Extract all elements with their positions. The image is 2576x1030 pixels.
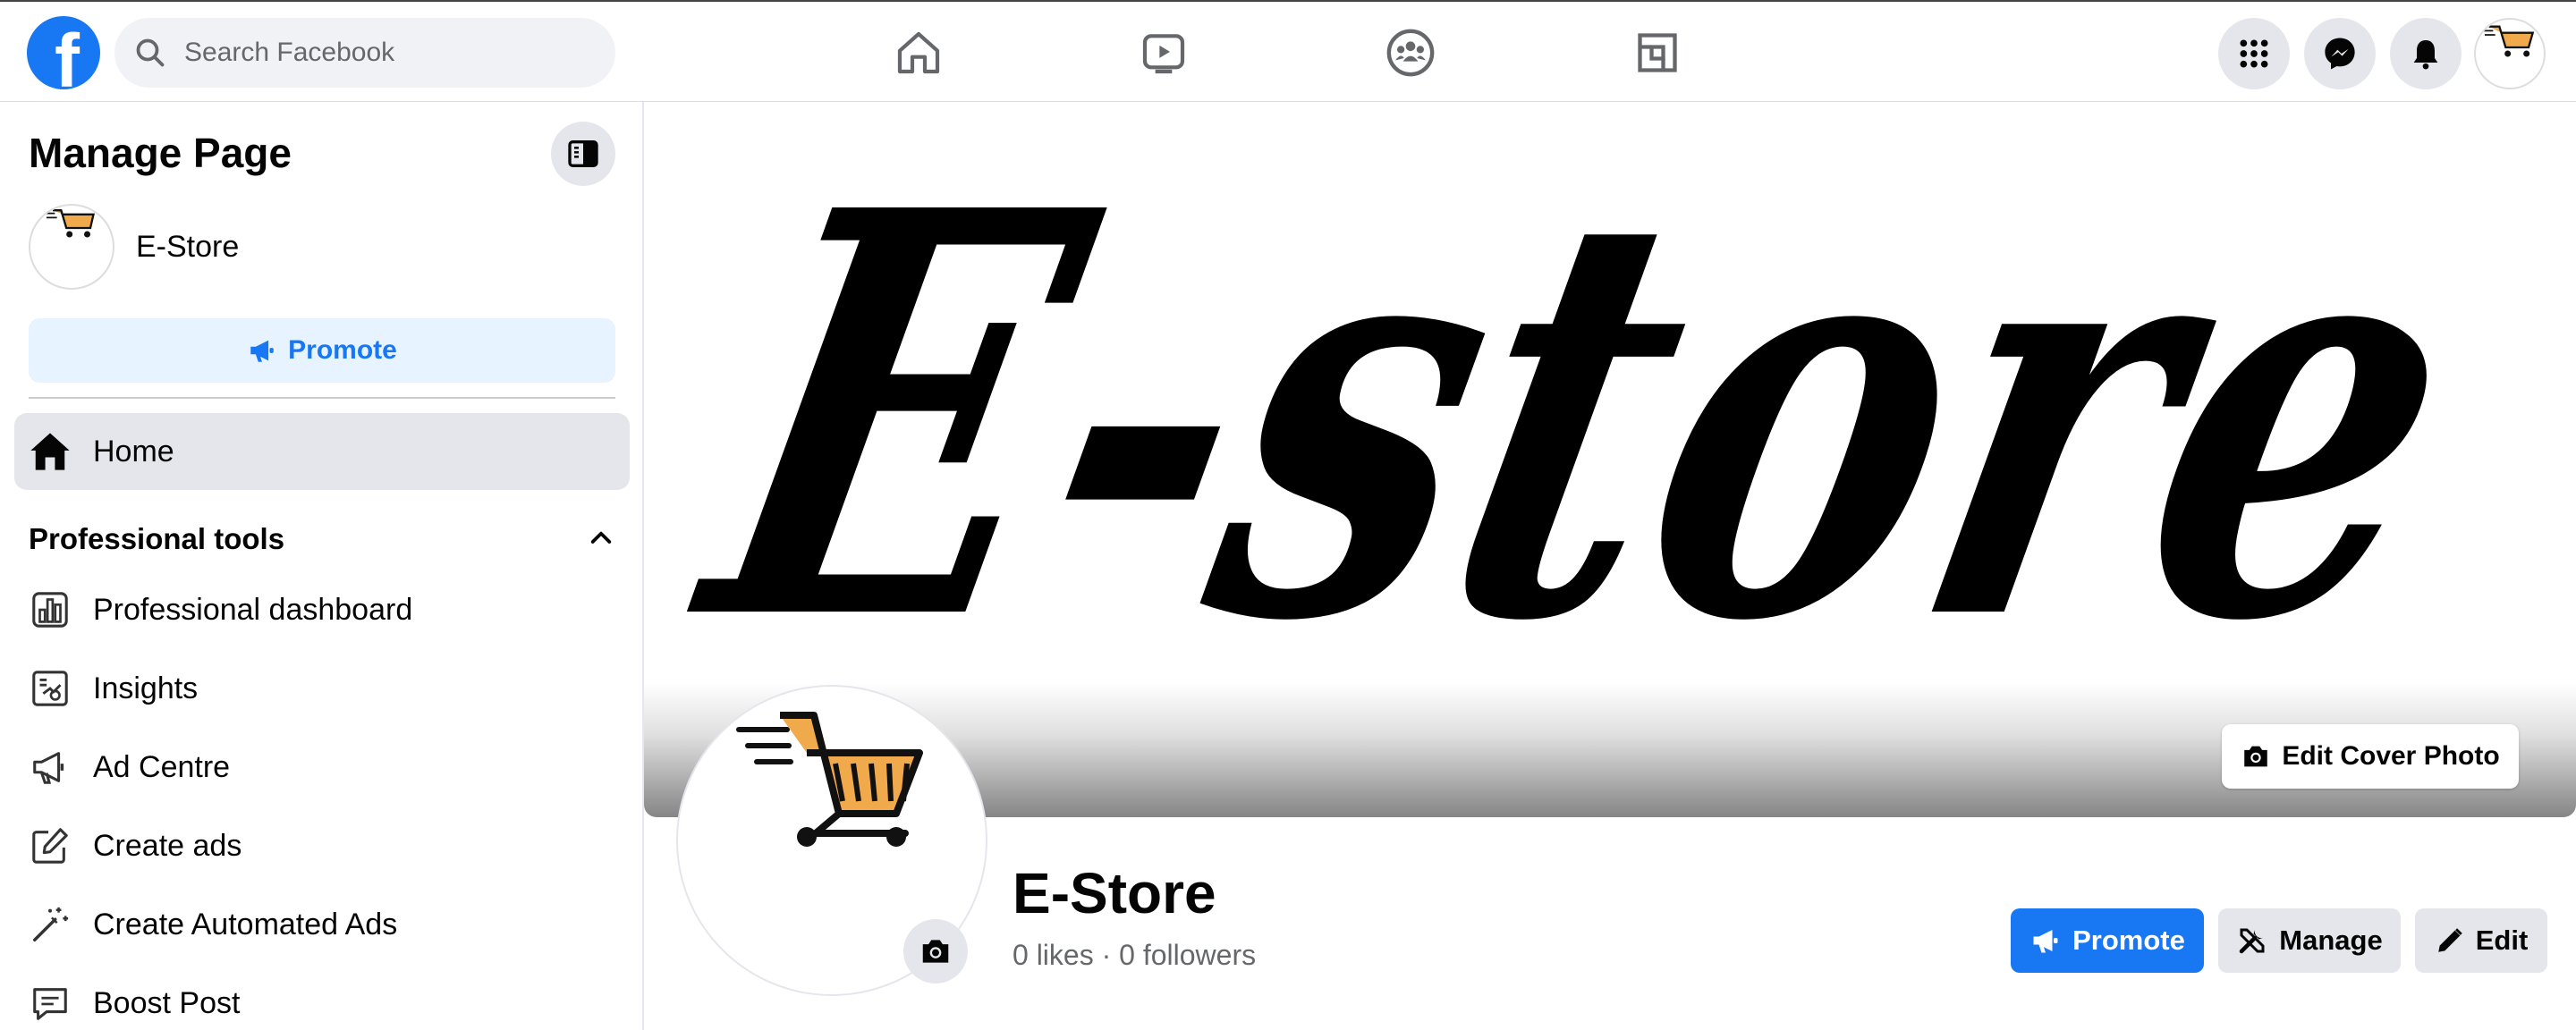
edit-label: Edit [2475,924,2529,956]
manage-button[interactable]: Manage [2218,908,2401,973]
facebook-logo[interactable]: f [27,16,100,89]
sidebar-item-label: Boost Post [93,985,241,1020]
pencil-icon [2437,928,2462,952]
notifications-button[interactable] [2390,18,2462,89]
grid-menu-icon [2240,39,2268,68]
magic-wand-icon [33,907,69,941]
search-icon [136,38,165,67]
home-icon [30,433,70,470]
insights-icon [32,671,68,706]
cover-photo: E-store [644,102,2576,817]
cover-text: E-store [656,102,2507,742]
tools-icon [2240,928,2265,954]
page-title: E-Store [1013,861,1216,925]
page-avatar [29,204,114,290]
edit-cover-label: Edit Cover Photo [2282,741,2500,771]
nav-home[interactable] [887,21,950,84]
sidebar-item-label: Create Automated Ads [93,907,398,941]
messenger-button[interactable] [2304,18,2376,89]
camera-icon [2244,746,2268,767]
megaphone-icon [2033,930,2058,953]
nav-groups[interactable] [1379,21,1442,84]
page-name: E-Store [136,229,240,264]
bell-icon [2413,40,2438,70]
search-box[interactable] [114,18,615,88]
sidebar-item-label: Home [93,434,174,469]
sidebar-item-professional-dashboard[interactable]: Professional dashboard [27,587,412,633]
chat-post-icon [33,988,67,1020]
camera-icon [922,940,949,963]
professional-tools-heading: Professional tools [29,522,285,555]
sidebar-title: Manage Page [29,130,292,176]
page-switcher[interactable]: E-Store [29,204,239,290]
sidebar-item-create-ads[interactable]: Create ads [27,823,242,869]
cart-logo-icon [44,209,95,238]
promote-label: Promote [288,335,397,365]
sidebar-item-label: Ad Centre [93,749,231,784]
search-input[interactable] [184,38,578,68]
sidebar-item-ad-centre[interactable]: Ad Centre [27,744,230,790]
dashboard-icon [32,592,68,628]
sidebar-item-create-automated-ads[interactable]: Create Automated Ads [27,901,397,948]
sidebar-item-label: Professional dashboard [93,592,413,627]
nav-pages[interactable] [1626,21,1689,84]
home-outline-icon [897,31,940,74]
likes-followers-count: 0 likes · 0 followers [1013,939,1257,971]
cart-logo-icon [2482,25,2535,57]
account-avatar[interactable] [2474,18,2546,89]
top-navigation-bar: f [0,0,2576,102]
collapse-sidebar-button[interactable] [551,122,615,186]
menu-button[interactable] [2218,18,2290,89]
logo-letter: f [55,19,80,89]
nav-watch[interactable] [1132,21,1195,84]
update-profile-picture-button[interactable] [903,919,968,984]
sidebar-promote-button[interactable]: Promote [29,318,615,383]
megaphone-icon [250,340,274,362]
manage-label: Manage [2279,924,2383,956]
sidebar-item-insights[interactable]: Insights [27,665,198,712]
divider [29,397,615,399]
sidebar-item-label: Insights [93,671,199,705]
sidebar-toggle-icon [568,140,598,167]
edit-cover-photo-button[interactable]: Edit Cover Photo [2222,724,2519,789]
sidebar-item-home[interactable]: Home [14,413,630,490]
edit-square-icon [32,828,68,864]
promote-label: Promote [2072,924,2185,956]
pages-icon [1638,33,1677,72]
manage-page-sidebar: Manage Page E-Store Promote Home Profess… [0,102,644,1030]
video-icon [1142,34,1185,74]
promote-button[interactable]: Promote [2011,908,2204,973]
megaphone-outline-icon [33,752,64,784]
sidebar-item-label: Create ads [93,828,242,863]
chevron-up-icon[interactable] [587,524,615,553]
sidebar-item-boost-post[interactable]: Boost Post [27,980,240,1026]
messenger-icon [2325,38,2355,70]
edit-button[interactable]: Edit [2415,908,2547,973]
groups-icon [1386,29,1435,77]
